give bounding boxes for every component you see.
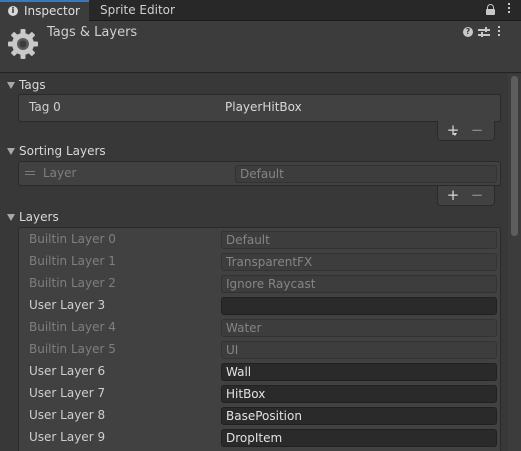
dropdown-caret-icon <box>453 133 457 136</box>
layers-title: Layers <box>19 210 59 224</box>
layer-row[interactable]: User Layer 7 HitBox <box>19 383 500 405</box>
add-tag-button[interactable]: + <box>442 122 464 140</box>
layer-name: User Layer 9 <box>29 430 106 444</box>
sorting-layers-list: Layer Default <box>18 161 501 186</box>
layer-name-field[interactable]: Wall <box>221 363 497 381</box>
add-sorting-layer-button[interactable]: + <box>442 187 464 205</box>
sorting-layers-title: Sorting Layers <box>19 144 106 158</box>
layer-name: User Layer 3 <box>29 298 106 312</box>
sorting-layers-footer: + − <box>437 186 495 206</box>
layer-name-field[interactable]: BasePosition <box>221 407 497 425</box>
tags-list: Tag 0 PlayerHitBox <box>18 94 501 122</box>
layer-row[interactable]: Builtin Layer 4 Water <box>19 317 500 339</box>
foldout-arrow-icon <box>7 148 15 155</box>
layer-name-field[interactable]: DropItem <box>221 429 497 447</box>
sorting-layer-row[interactable]: Layer Default <box>19 163 500 185</box>
layer-row[interactable]: Builtin Layer 5 UI <box>19 339 500 361</box>
tags-title: Tags <box>19 78 46 92</box>
info-icon: i <box>8 6 18 16</box>
layer-name-field[interactable]: HitBox <box>221 385 497 403</box>
tags-foldout[interactable]: Tags <box>0 78 508 94</box>
layer-name-field[interactable] <box>221 297 497 315</box>
layer-name: Builtin Layer 1 <box>29 254 116 268</box>
tab-inspector[interactable]: i Inspector <box>0 0 89 21</box>
tag-row[interactable]: Tag 0 PlayerHitBox <box>19 97 500 119</box>
layer-name-field: UI <box>221 341 497 359</box>
layer-name-field: Ignore Raycast <box>221 275 497 293</box>
inspector-header: Tags & Layers ? <box>0 21 521 73</box>
remove-sorting-layer-button[interactable]: − <box>466 187 488 205</box>
layer-name-field: TransparentFX <box>221 253 497 271</box>
tags-footer: + − <box>437 121 495 141</box>
foldout-arrow-icon <box>7 214 15 221</box>
layer-name: User Layer 8 <box>29 408 106 422</box>
layer-row[interactable]: User Layer 8 BasePosition <box>19 405 500 427</box>
layer-row[interactable]: User Layer 3 <box>19 295 500 317</box>
tab-sprite-editor[interactable]: Sprite Editor <box>92 0 188 21</box>
tag-name: Tag 0 <box>29 100 61 114</box>
layer-row[interactable]: User Layer 9 DropItem <box>19 427 500 449</box>
header-menu-icon[interactable] <box>495 26 503 40</box>
sorting-layer-name: Layer <box>43 166 77 180</box>
layers-list: Builtin Layer 0 Default Builtin Layer 1 Tra… <box>18 227 501 451</box>
drag-handle-icon[interactable] <box>25 171 35 176</box>
layers-foldout[interactable]: Layers <box>0 210 508 226</box>
vertical-scrollbar[interactable] <box>508 74 521 451</box>
inspector-content: Tags Tag 0 PlayerHitBox + − Sorting Laye… <box>0 74 508 451</box>
layer-name: Builtin Layer 0 <box>29 232 116 246</box>
lock-icon[interactable] <box>486 4 495 15</box>
sorting-layers-foldout[interactable]: Sorting Layers <box>0 144 508 160</box>
kebab-menu-icon[interactable] <box>505 3 513 17</box>
sorting-layer-field: Default <box>235 165 497 183</box>
layer-row[interactable]: Builtin Layer 2 Ignore Raycast <box>19 273 500 295</box>
layer-row[interactable]: Builtin Layer 0 Default <box>19 229 500 251</box>
page-title: Tags & Layers <box>47 25 138 40</box>
gear-icon <box>8 29 38 59</box>
layer-name: User Layer 7 <box>29 386 106 400</box>
layer-row[interactable]: User Layer 6 Wall <box>19 361 500 383</box>
layer-name: User Layer 6 <box>29 364 106 378</box>
scrollbar-thumb[interactable] <box>511 76 518 236</box>
tab-inspector-label: Inspector <box>24 4 80 18</box>
layer-name-field: Water <box>221 319 497 337</box>
remove-tag-button[interactable]: − <box>466 122 488 140</box>
layer-name: Builtin Layer 4 <box>29 320 116 334</box>
foldout-arrow-icon <box>7 82 15 89</box>
layer-row[interactable]: Builtin Layer 1 TransparentFX <box>19 251 500 273</box>
layer-name: Builtin Layer 2 <box>29 276 116 290</box>
tag-value[interactable]: PlayerHitBox <box>225 100 302 114</box>
layer-name-field: Default <box>221 231 497 249</box>
presets-icon[interactable] <box>478 26 490 38</box>
layer-name: Builtin Layer 5 <box>29 342 116 356</box>
tab-bar: i Inspector Sprite Editor <box>0 0 521 21</box>
help-icon[interactable]: ? <box>463 27 473 37</box>
tab-sprite-editor-label: Sprite Editor <box>100 3 175 17</box>
